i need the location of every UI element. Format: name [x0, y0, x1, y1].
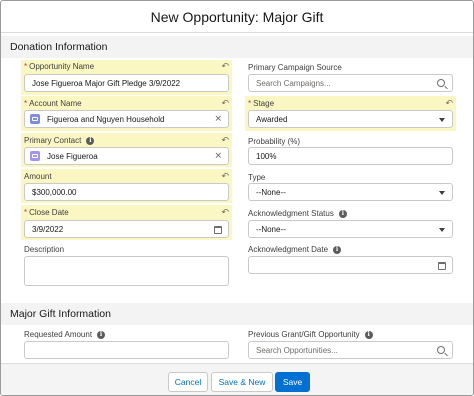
- acknowledgment-date-input[interactable]: [248, 256, 453, 274]
- description-textarea[interactable]: [24, 256, 229, 286]
- contact-icon: [30, 151, 40, 161]
- acknowledgment-status-select[interactable]: --None--: [248, 220, 453, 238]
- clear-icon[interactable]: ✕: [214, 151, 222, 161]
- previous-grant-label: Previous Grant/Gift Opportunity i: [248, 330, 373, 339]
- info-icon[interactable]: i: [338, 209, 347, 218]
- requested-amount-label: Requested Amount i: [24, 330, 106, 339]
- undo-icon[interactable]: ↶: [221, 136, 229, 145]
- modal-header: New Opportunity: Major Gift: [1, 1, 473, 33]
- undo-icon[interactable]: ↶: [221, 208, 229, 217]
- requested-amount-input[interactable]: [24, 341, 229, 359]
- opportunity-name-input[interactable]: Jose Figueroa Major Gift Pledge 3/9/2022: [24, 74, 229, 92]
- modal-title: New Opportunity: Major Gift: [150, 8, 324, 25]
- acknowledgment-status-label: Acknowledgment Status i: [248, 209, 347, 218]
- undo-icon[interactable]: ↶: [221, 62, 229, 71]
- stage-field: * Stage ↶ Awarded: [245, 96, 456, 131]
- opportunity-name-field: * Opportunity Name ↶ Jose Figueroa Major …: [21, 60, 232, 95]
- chevron-down-icon: [439, 228, 445, 232]
- clear-icon[interactable]: ✕: [214, 114, 222, 124]
- amount-input[interactable]: $300,000.00: [24, 183, 229, 201]
- primary-contact-label: Primary Contact i: [24, 136, 95, 145]
- undo-icon[interactable]: ↶: [221, 99, 229, 108]
- required-marker: *: [24, 208, 28, 217]
- undo-icon[interactable]: ↶: [445, 99, 453, 108]
- save-and-new-button[interactable]: Save & New: [211, 372, 273, 392]
- section-title: Major Gift Information: [10, 308, 111, 320]
- opportunity-name-label: * Opportunity Name: [24, 62, 95, 71]
- account-name-label: * Account Name: [24, 99, 82, 108]
- type-label: Type: [248, 173, 266, 182]
- probability-input[interactable]: 100%: [248, 147, 453, 165]
- calendar-icon[interactable]: [438, 262, 446, 270]
- primary-contact-field: Primary Contact i ↶ Jose Figueroa ✕: [21, 133, 232, 167]
- save-button[interactable]: Save: [275, 372, 310, 392]
- info-icon[interactable]: i: [97, 330, 106, 339]
- info-icon[interactable]: i: [333, 245, 342, 254]
- chevron-down-icon: [439, 191, 445, 195]
- stage-label: * Stage: [248, 99, 275, 108]
- probability-label: Probability (%): [248, 137, 301, 146]
- undo-icon[interactable]: ↶: [221, 172, 229, 181]
- required-marker: *: [24, 62, 28, 71]
- amount-field: Amount ↶ $300,000.00: [21, 169, 232, 203]
- previous-grant-search-input[interactable]: Search Opportunities...: [248, 341, 453, 359]
- stage-select[interactable]: Awarded: [248, 110, 453, 128]
- amount-label: Amount: [24, 172, 52, 181]
- calendar-icon[interactable]: [214, 226, 222, 234]
- section-major-gift-information[interactable]: Major Gift Information: [1, 303, 473, 325]
- account-icon: [30, 114, 40, 124]
- info-icon[interactable]: i: [364, 330, 373, 339]
- search-icon: [437, 79, 445, 87]
- description-label: Description: [24, 245, 65, 254]
- section-title: Donation Information: [10, 41, 108, 53]
- account-name-field: * Account Name ↶ Figueroa and Nguyen Hous…: [21, 96, 232, 131]
- primary-contact-lookup[interactable]: Jose Figueroa ✕: [24, 147, 229, 165]
- close-date-label: * Close Date: [24, 208, 69, 217]
- modal-footer: Cancel Save & New Save: [1, 363, 473, 395]
- new-opportunity-modal: New Opportunity: Major Gift Donation Inf…: [0, 0, 474, 396]
- chevron-down-icon: [439, 118, 445, 122]
- campaign-search-input[interactable]: Search Campaigns...: [248, 74, 453, 92]
- required-marker: *: [24, 99, 28, 108]
- close-date-field: * Close Date ↶ 3/9/2022: [21, 205, 232, 240]
- account-name-lookup[interactable]: Figueroa and Nguyen Household ✕: [24, 110, 229, 128]
- type-select[interactable]: --None--: [248, 183, 453, 201]
- section-donation-information[interactable]: Donation Information: [1, 36, 473, 58]
- info-icon[interactable]: i: [86, 136, 95, 145]
- search-icon: [437, 346, 445, 354]
- required-marker: *: [248, 99, 252, 108]
- close-date-input[interactable]: 3/9/2022: [24, 220, 229, 238]
- acknowledgment-date-label: Acknowledgment Date i: [248, 245, 342, 254]
- cancel-button[interactable]: Cancel: [168, 372, 208, 392]
- campaign-source-label: Primary Campaign Source: [248, 63, 342, 72]
